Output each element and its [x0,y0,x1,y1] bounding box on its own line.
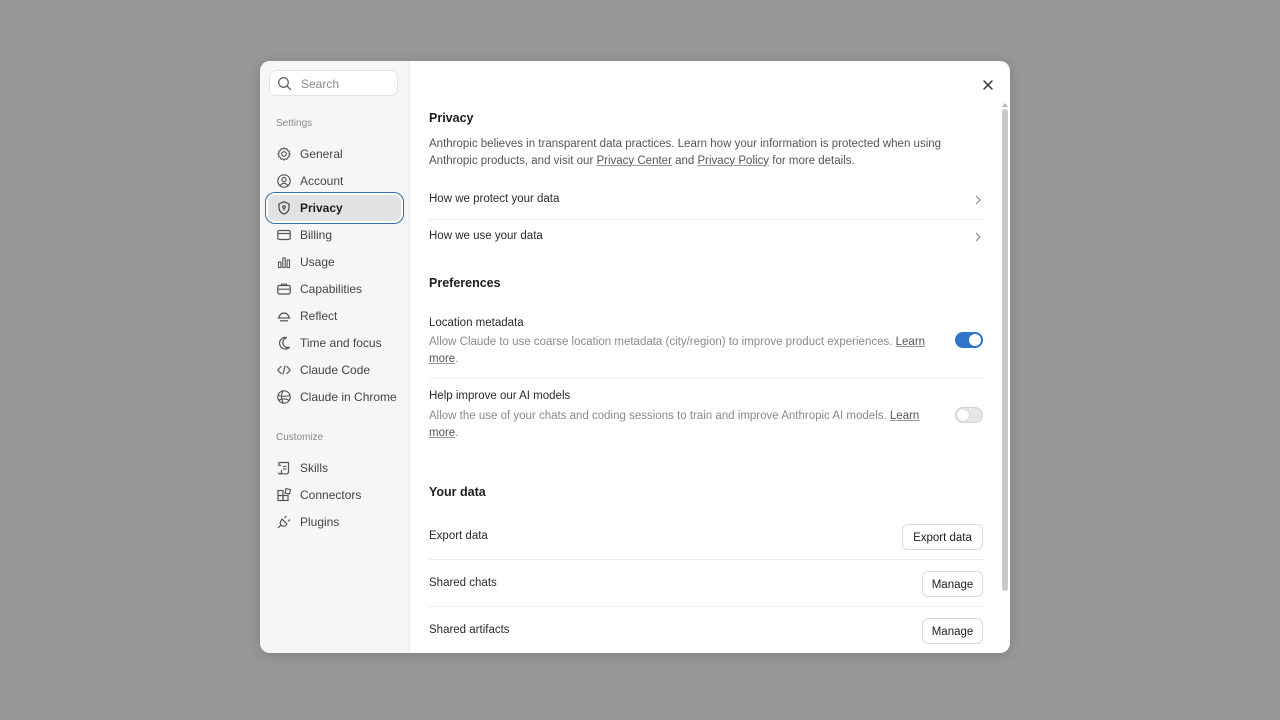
scrollbar[interactable] [1002,109,1008,591]
divider [429,559,985,560]
sidebar-item-label: Plugins [300,515,340,529]
privacy-heading: Privacy [429,111,474,125]
chevron-right-icon [973,194,983,206]
export-data-button[interactable]: Export data [902,524,983,550]
sidebar-item-connectors[interactable]: Connectors [268,482,401,508]
sidebar-item-label: Privacy [300,201,343,215]
sidebar-item-label: Claude in Chrome [300,390,397,404]
divider [429,606,985,607]
privacy-intro: Anthropic believes in transparent data p… [429,138,942,167]
protect-data-link[interactable]: How we protect your data [429,182,985,218]
sidebar-item-plugins[interactable]: Plugins [268,509,401,535]
sidebar-item-billing[interactable]: Billing [268,222,401,248]
improve-models-title: Help improve our AI models [429,390,571,402]
your-data-heading: Your data [429,485,486,499]
use-data-label: How we use your data [429,230,543,242]
sidebar-item-label: Time and focus [300,336,382,350]
sidebar-item-label: Reflect [300,309,338,323]
briefcase-icon [276,281,292,297]
credit-card-icon [276,227,292,243]
bar-chart-icon [276,254,292,270]
scroll-up-arrow[interactable] [1002,103,1008,107]
search-icon [277,76,292,91]
gear-icon [276,146,292,162]
settings-section-label: Settings [276,118,313,129]
search-placeholder: Search [301,77,340,91]
sidebar-item-general[interactable]: General [268,141,401,167]
sidebar-item-reflect[interactable]: Reflect [268,303,401,329]
scroll-icon [276,460,292,476]
manage-shared-chats-button[interactable]: Manage [922,571,983,597]
sidebar-item-label: Usage [300,255,335,269]
location-metadata-toggle[interactable] [955,332,983,348]
use-data-link[interactable]: How we use your data [429,219,985,255]
sidebar-item-time-and-focus[interactable]: Time and focus [268,330,401,356]
improve-models-toggle[interactable] [955,407,983,423]
divider [429,378,985,379]
privacy-policy-link[interactable]: Privacy Policy [697,155,769,167]
manage-shared-artifacts-button[interactable]: Manage [922,618,983,644]
privacy-center-link[interactable]: Privacy Center [596,155,671,167]
plug-icon [276,514,292,530]
close-icon[interactable] [980,77,996,93]
sidebar-item-label: Account [300,174,344,188]
sidebar-item-label: Connectors [300,488,362,502]
sidebar-item-label: Skills [300,461,329,475]
sidebar-item-label: General [300,147,343,161]
sidebar-item-label: Billing [300,228,333,242]
location-metadata-title: Location metadata [429,317,524,329]
sidebar-item-privacy[interactable]: Privacy [268,195,401,221]
shield-icon [276,200,292,216]
sidebar-item-account[interactable]: Account [268,168,401,194]
globe-icon [276,389,292,405]
moon-icon [276,335,292,351]
sidebar-item-skills[interactable]: Skills [268,455,401,481]
chevron-right-icon [973,231,983,243]
sidebar-item-label: Claude Code [300,363,371,377]
preferences-heading: Preferences [429,276,501,290]
protect-data-label: How we protect your data [429,193,560,205]
search-input[interactable]: Search [269,70,398,96]
code-icon [276,362,292,378]
settings-content: Privacy Anthropic believes in transparen… [410,61,1010,653]
blocks-icon [276,487,292,503]
shared-chats-label: Shared chats [429,577,497,589]
sidebar-item-claude-in-chrome[interactable]: Claude in Chrome [268,384,401,410]
settings-modal: Search Settings General Account Privacy … [260,61,1010,653]
settings-sidebar: Search Settings General Account Privacy … [260,61,410,653]
location-metadata-desc: Allow Claude to use coarse location meta… [429,336,926,365]
export-data-label: Export data [429,530,488,542]
sidebar-item-capabilities[interactable]: Capabilities [268,276,401,302]
sidebar-item-label: Capabilities [300,282,363,296]
sunrise-icon [276,308,292,324]
user-circle-icon [276,173,292,189]
sidebar-item-claude-code[interactable]: Claude Code [268,357,401,383]
shared-artifacts-label: Shared artifacts [429,624,510,636]
improve-models-desc: Allow the use of your chats and coding s… [429,410,920,439]
toggle-knob [969,334,981,346]
sidebar-item-usage[interactable]: Usage [268,249,401,275]
customize-section-label: Customize [276,432,324,443]
toggle-knob [957,409,969,421]
